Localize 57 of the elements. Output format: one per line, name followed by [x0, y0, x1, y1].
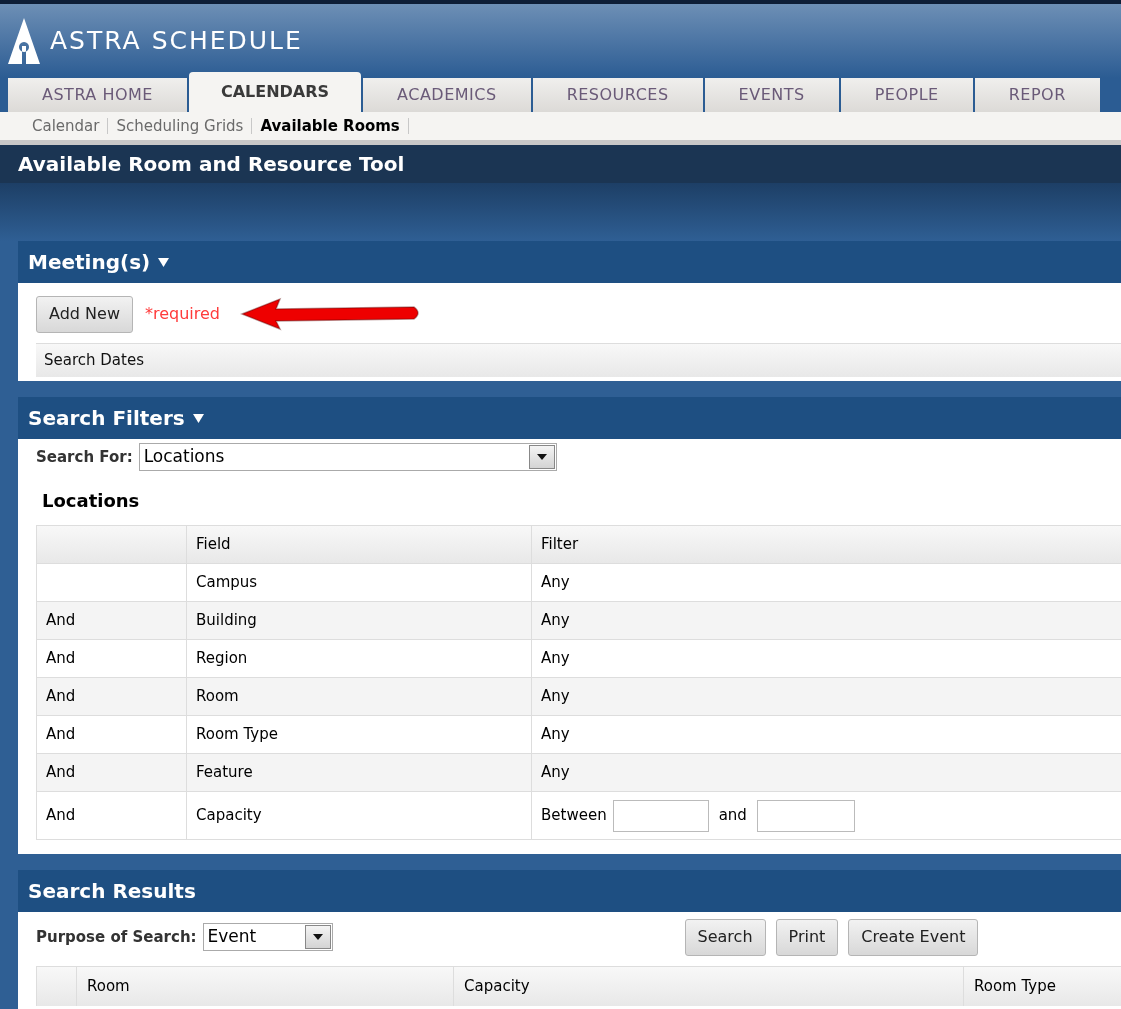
caret-icon[interactable]	[192, 413, 204, 423]
section-title: Search Filters	[28, 405, 185, 432]
nav-tab[interactable]: CALENDARS	[188, 72, 362, 112]
table-cell-text: Room Type	[196, 724, 278, 746]
subnav-link[interactable]: Scheduling Grids	[116, 114, 244, 138]
subnav-link[interactable]: Available Rooms	[260, 114, 400, 138]
table-cell-text: Any	[541, 762, 570, 784]
purpose-label: Purpose of Search:	[36, 926, 197, 948]
section-title: Search Results	[28, 878, 196, 905]
action-button[interactable]: Add New	[36, 295, 133, 333]
input-field[interactable]	[756, 799, 855, 832]
table-cell-text: Region	[196, 648, 248, 670]
nav-tab[interactable]: ACADEMICS	[363, 78, 531, 112]
range-label: Between	[541, 805, 607, 827]
search-dates-label: Search Dates	[44, 350, 144, 372]
nav-tab[interactable]: REPOR	[974, 78, 1100, 112]
input-field[interactable]	[612, 799, 709, 832]
table-cell-text: And	[46, 610, 76, 632]
table-cell-text: Campus	[196, 572, 258, 594]
nav-tab[interactable]: PEOPLE	[840, 78, 973, 112]
table-cell-text: Building	[196, 610, 257, 632]
range-label: and	[718, 805, 747, 827]
table-cell-text: Any	[541, 610, 570, 632]
table-cell-text: And	[46, 724, 76, 746]
nav-tab[interactable]: EVENTS	[704, 78, 839, 112]
action-button[interactable]: Create Event	[848, 918, 979, 956]
table-cell-text: And	[46, 648, 76, 670]
table-cell-text: Any	[541, 686, 570, 708]
app-title: ASTRA SCHEDULE	[50, 25, 303, 58]
action-button[interactable]: Search	[684, 918, 766, 956]
logo-icon	[8, 18, 40, 64]
column-header: Capacity	[454, 967, 964, 1006]
search-for-select[interactable]: Locations	[138, 443, 557, 471]
page-title: Available Room and Resource Tool	[18, 151, 405, 178]
search-for-label: Search For:	[36, 446, 133, 468]
column-header: Room Type	[973, 976, 1057, 998]
section-title: Meeting(s)	[28, 249, 151, 276]
table-cell-text: And	[46, 805, 76, 827]
caret-icon[interactable]	[158, 257, 170, 267]
table-cell-text: And	[46, 686, 76, 708]
nav-tab[interactable]: RESOURCES	[532, 78, 703, 112]
column-header: Room	[77, 967, 454, 1006]
table-cell-text: Any	[541, 572, 570, 594]
column-header: Filter	[540, 534, 580, 556]
table-cell-text: Capacity	[196, 805, 262, 827]
table-title: Locations	[41, 488, 141, 513]
table-cell-text: Room	[196, 686, 239, 708]
table-cell-text: Any	[541, 648, 570, 670]
action-button[interactable]: Print	[775, 918, 839, 956]
subnav-link[interactable]: Calendar	[32, 114, 100, 138]
required-note: *required	[144, 303, 220, 325]
nav-tab[interactable]: ASTRA HOME	[8, 78, 187, 112]
table-cell-text: Feature	[196, 762, 253, 784]
table-cell-text: And	[46, 762, 76, 784]
table-cell-text: Any	[541, 724, 570, 746]
purpose-select[interactable]: Event	[202, 923, 333, 951]
column-header: Field	[187, 526, 532, 563]
